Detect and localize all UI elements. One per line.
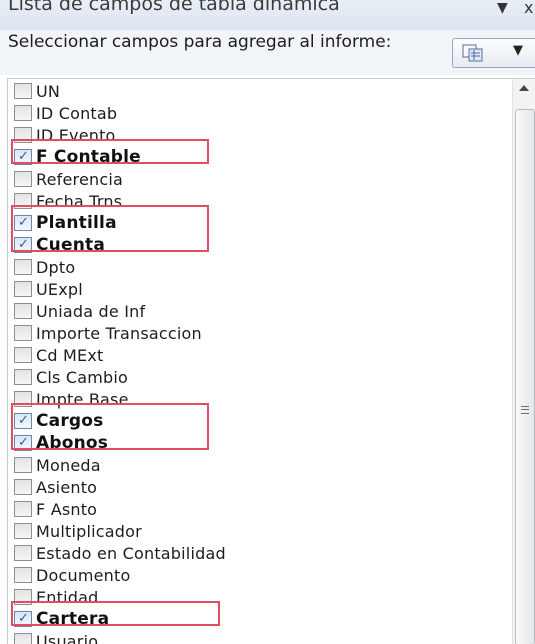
field-row[interactable]: UExpl: [14, 278, 504, 300]
field-row[interactable]: ✓ Cuenta: [14, 234, 504, 256]
field-label: Entidad: [36, 587, 99, 607]
scroll-thumb[interactable]: [515, 109, 535, 644]
field-row[interactable]: Usuario: [14, 630, 504, 644]
field-row[interactable]: Cd MExt: [14, 344, 504, 366]
field-row[interactable]: Documento: [14, 564, 504, 586]
field-label: Cartera: [36, 609, 110, 629]
field-checkbox[interactable]: [14, 545, 32, 561]
field-checkbox[interactable]: [14, 325, 32, 341]
field-row[interactable]: Fecha Trns: [14, 190, 504, 212]
field-checkbox[interactable]: [14, 457, 32, 473]
field-checkbox[interactable]: [14, 633, 32, 644]
field-row[interactable]: ✓ Cargos: [14, 410, 504, 432]
field-row[interactable]: Moneda: [14, 454, 504, 476]
field-checkbox[interactable]: [14, 479, 32, 495]
checkmark-icon: ✓: [18, 611, 29, 626]
pane-title: Lista de campos de tabla dinámica: [8, 0, 340, 15]
field-row[interactable]: Multiplicador: [14, 520, 504, 542]
pane-options-arrow-icon[interactable]: ▼: [497, 0, 508, 16]
field-label: Usuario: [36, 631, 99, 644]
field-label: Uniada de Inf: [36, 301, 146, 321]
field-checkbox[interactable]: [14, 501, 32, 517]
field-checkbox[interactable]: ✓: [14, 237, 32, 253]
field-row[interactable]: Referencia: [14, 168, 504, 190]
scroll-up-arrow-icon[interactable]: [519, 85, 529, 91]
checkmark-icon: ✓: [18, 215, 29, 230]
field-label: Documento: [36, 565, 131, 585]
field-row[interactable]: F Asnto: [14, 498, 504, 520]
field-checkbox[interactable]: [14, 391, 32, 407]
field-checkbox[interactable]: [14, 303, 32, 319]
pane-close-icon[interactable]: x: [524, 0, 533, 17]
field-row[interactable]: Entidad: [14, 586, 504, 608]
field-checkbox[interactable]: ✓: [14, 215, 32, 231]
field-label: Moneda: [36, 455, 101, 475]
checkmark-icon: ✓: [18, 435, 29, 450]
field-checkbox[interactable]: [14, 589, 32, 605]
layout-dropdown-arrow-icon: ▼: [513, 43, 523, 58]
field-checkbox[interactable]: [14, 523, 32, 539]
field-label: ID Evento: [36, 125, 116, 145]
field-checkbox[interactable]: [14, 83, 32, 99]
field-checkbox[interactable]: ✓: [14, 149, 32, 165]
field-label: Impte Base: [36, 389, 129, 409]
field-label: Fecha Trns: [36, 191, 123, 211]
field-label: F Asnto: [36, 499, 98, 519]
checkmark-icon: ✓: [18, 149, 29, 164]
checkmark-icon: ✓: [18, 413, 29, 428]
scroll-grip-icon: [521, 406, 529, 414]
field-row[interactable]: ✓ F Contable: [14, 146, 504, 168]
pane-title-bar: Lista de campos de tabla dinámica ▼ x: [0, 0, 535, 30]
field-label: UExpl: [36, 279, 83, 299]
field-checkbox[interactable]: ✓: [14, 435, 32, 451]
field-row[interactable]: ID Evento: [14, 124, 504, 146]
field-label: Asiento: [36, 477, 98, 497]
field-label: F Contable: [36, 147, 141, 167]
field-label: Dpto: [36, 257, 76, 277]
choose-fields-label: Seleccionar campos para agregar al infor…: [8, 32, 392, 52]
field-checkbox[interactable]: ✓: [14, 413, 32, 429]
field-checkbox[interactable]: [14, 127, 32, 143]
field-row[interactable]: Uniada de Inf: [14, 300, 504, 322]
field-row[interactable]: ✓ Cartera: [14, 608, 504, 630]
field-label: Referencia: [36, 169, 123, 189]
field-row[interactable]: Impte Base: [14, 388, 504, 410]
field-row[interactable]: Dpto: [14, 256, 504, 278]
field-label: Cargos: [36, 411, 104, 431]
field-checkbox[interactable]: [14, 193, 32, 209]
field-list-layout-icon: [462, 44, 483, 62]
field-checkbox[interactable]: [14, 281, 32, 297]
field-checkbox[interactable]: ✓: [14, 611, 32, 627]
checkmark-icon: ✓: [18, 237, 29, 252]
vertical-scrollbar[interactable]: [512, 79, 535, 644]
layout-dropdown-button[interactable]: ▼: [452, 38, 535, 68]
field-section-header: Seleccionar campos para agregar al infor…: [0, 30, 535, 75]
field-checkbox[interactable]: [14, 369, 32, 385]
field-label: Multiplicador: [36, 521, 142, 541]
field-label: Estado en Contabilidad: [36, 543, 226, 563]
field-label: Cd MExt: [36, 345, 104, 365]
field-list[interactable]: UN ID Contab ID Evento ✓ F Contable Referenci…: [7, 78, 535, 644]
field-label: ID Contab: [36, 103, 118, 123]
field-row[interactable]: Cls Cambio: [14, 366, 504, 388]
field-row[interactable]: ✓ Abonos: [14, 432, 504, 454]
field-label: Importe Transaccion: [36, 323, 202, 343]
field-checkbox[interactable]: [14, 567, 32, 583]
field-label: Cuenta: [36, 235, 106, 255]
field-row[interactable]: ✓ Plantilla: [14, 212, 504, 234]
field-checkbox[interactable]: [14, 347, 32, 363]
field-row[interactable]: Importe Transaccion: [14, 322, 504, 344]
field-label: Abonos: [36, 433, 109, 453]
field-row[interactable]: ID Contab: [14, 102, 504, 124]
field-label: Plantilla: [36, 213, 117, 233]
field-checkbox[interactable]: [14, 171, 32, 187]
field-label: UN: [36, 81, 61, 101]
field-checkbox[interactable]: [14, 259, 32, 275]
field-row[interactable]: Estado en Contabilidad: [14, 542, 504, 564]
field-checkbox[interactable]: [14, 105, 32, 121]
field-label: Cls Cambio: [36, 367, 128, 387]
field-row[interactable]: UN: [14, 80, 504, 102]
field-row[interactable]: Asiento: [14, 476, 504, 498]
pivot-field-list-pane: Lista de campos de tabla dinámica ▼ x Se…: [0, 0, 535, 644]
